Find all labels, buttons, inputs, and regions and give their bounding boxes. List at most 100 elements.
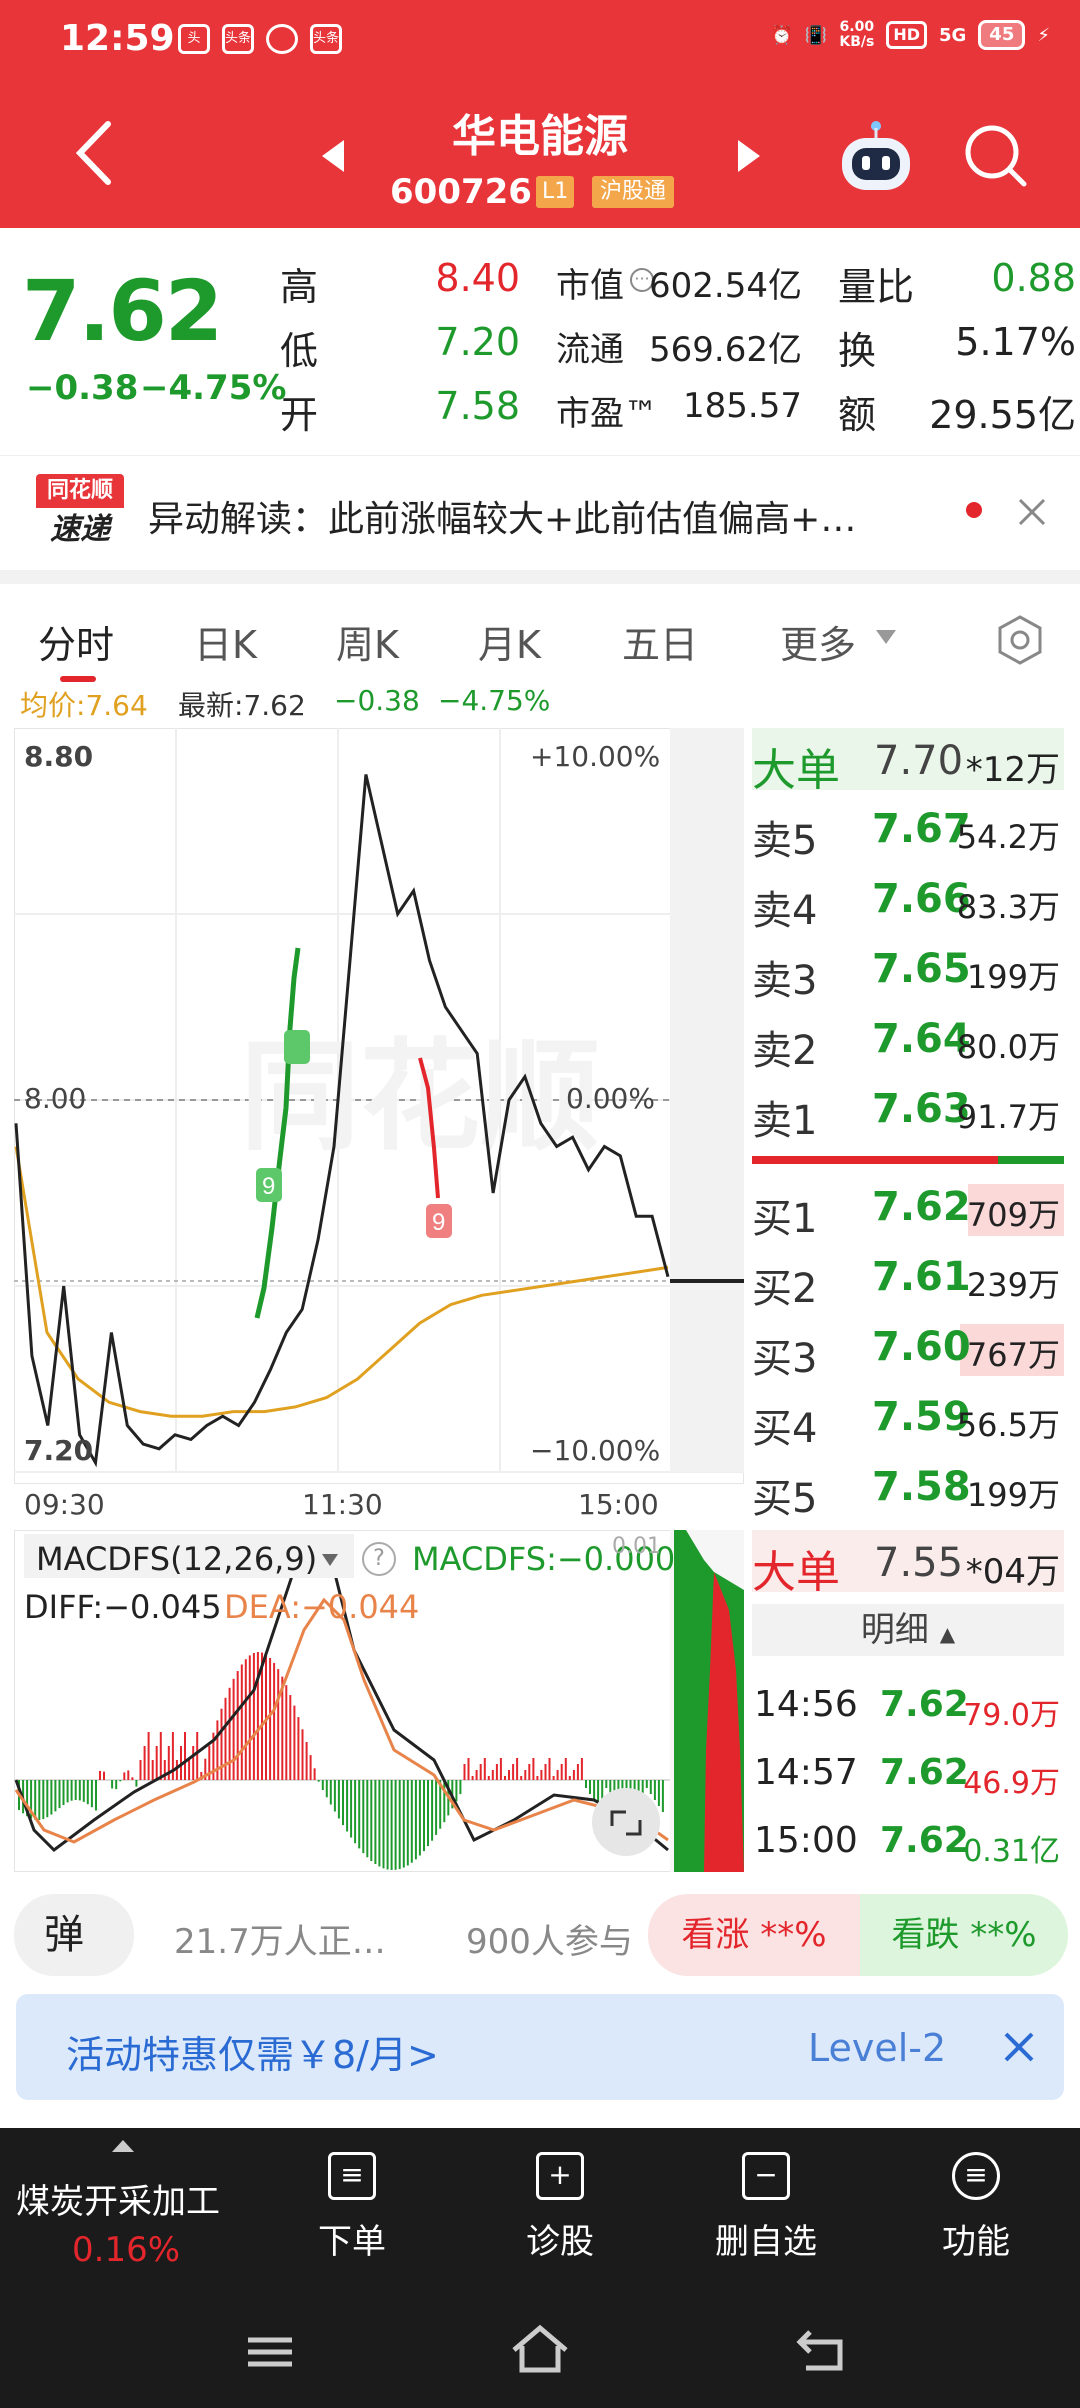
stock-code: 600726 [390, 172, 532, 212]
macd-title[interactable]: MACDFS(12,26,9) [36, 1540, 317, 1578]
promo-level: Level-2 [808, 2026, 947, 2070]
bid-row[interactable]: 买2 7.61 239万 [752, 1246, 1064, 1312]
macd-bar [431, 1780, 434, 1841]
macd-bar [552, 1776, 555, 1780]
close-icon[interactable] [1016, 496, 1048, 528]
battery-icon: 45 [978, 20, 1026, 50]
tab-daily-k[interactable]: 日K [194, 614, 257, 669]
expand-up-icon[interactable] [110, 2138, 136, 2154]
macd-bar [325, 1780, 328, 1798]
macd-bar [50, 1780, 53, 1815]
remove-icon: − [742, 2152, 790, 2200]
latest-value: 7.62 [243, 689, 306, 722]
back-nav-icon[interactable] [796, 2326, 852, 2374]
news-logo-top: 同花顺 [36, 474, 124, 508]
bid-row[interactable]: 买5 7.58 199万 [752, 1456, 1064, 1522]
macd-bar [256, 1652, 259, 1780]
volume-ratio-label: 量比 [838, 265, 915, 309]
tab-intraday[interactable]: 分时 [38, 614, 114, 669]
vote-down-button[interactable]: 看跌 **% [860, 1894, 1068, 1976]
macd-bar [410, 1780, 413, 1863]
tab-more[interactable]: 更多 [780, 614, 856, 669]
turnover-label: 换 [838, 329, 877, 373]
search-icon[interactable] [962, 122, 1028, 188]
macd-bar [228, 1687, 231, 1780]
nav-functions[interactable]: ≡ 功能 [896, 2152, 1056, 2263]
tab-five-day[interactable]: 五日 [622, 614, 698, 669]
macd-bar [520, 1776, 523, 1780]
macd-bar [111, 1780, 114, 1789]
avg-label: 均价: [20, 689, 86, 722]
y-axis-bottom-price: 7.20 [24, 1434, 94, 1467]
macd-bar [147, 1732, 150, 1780]
robot-assistant-icon[interactable] [836, 118, 916, 198]
macd-bar [495, 1764, 498, 1780]
macd-bar [309, 1755, 312, 1780]
macd-bar [649, 1780, 652, 1794]
macd-bar [305, 1742, 308, 1780]
detail-toggle[interactable]: 明细 ▲ [752, 1604, 1064, 1656]
macd-bar [593, 1780, 596, 1800]
functions-icon: ≡ [952, 2152, 1000, 2200]
macd-bar [398, 1780, 401, 1869]
promo-text[interactable]: 活动特惠仅需￥8/月> [66, 2024, 439, 2079]
bid-label: 买2 [752, 1266, 818, 1312]
ask-row[interactable]: 卖4 7.66 83.3万 [752, 868, 1064, 934]
ask-price: 7.65 [872, 946, 971, 992]
ask-row[interactable]: 卖2 7.64 80.0万 [752, 1008, 1064, 1074]
tab-monthly-k[interactable]: 月K [478, 614, 541, 669]
promo-close-icon[interactable] [1002, 2030, 1036, 2064]
high-value: 8.40 [435, 256, 520, 300]
macd-bar [297, 1717, 300, 1780]
home-icon[interactable] [510, 2324, 570, 2376]
bid-row[interactable]: 买1 7.62 709万 [752, 1176, 1064, 1242]
macd-bar [423, 1780, 425, 1852]
macd-bar [386, 1780, 389, 1870]
ask-row[interactable]: 卖1 7.63 91.7万 [752, 1078, 1064, 1144]
nav-remove-watchlist[interactable]: − 删自选 [686, 2152, 846, 2263]
alarm-icon: ⏰ [770, 24, 793, 46]
ask-row[interactable]: 卖3 7.65 199万 [752, 938, 1064, 1004]
bid-label: 买4 [752, 1406, 818, 1452]
tab-weekly-k[interactable]: 周K [336, 614, 399, 669]
diff-value: DIFF:−0.045 [24, 1588, 222, 1626]
news-bar[interactable]: 同花顺 速递 异动解读：此前涨幅较大+此前估值偏高+… [0, 455, 1080, 570]
macd-bar [382, 1780, 385, 1869]
news-logo-bottom: 速递 [50, 512, 110, 547]
fullscreen-button[interactable] [592, 1788, 660, 1856]
macd-chart[interactable] [14, 1530, 744, 1872]
macd-bar [406, 1780, 409, 1866]
bid-row[interactable]: 买3 7.60 767万 [752, 1316, 1064, 1382]
macd-bar [564, 1758, 567, 1780]
macd-bar [661, 1780, 664, 1812]
menu-icon[interactable] [244, 2332, 296, 2372]
ask-label: 卖2 [752, 1028, 818, 1074]
barrage-toggle[interactable]: 弹 [14, 1894, 134, 1976]
macd-bar [159, 1732, 162, 1780]
next-stock-icon[interactable] [734, 136, 764, 176]
macd-bar [350, 1780, 353, 1838]
macd-bar [487, 1776, 490, 1780]
macd-dropdown-icon[interactable] [320, 1552, 340, 1568]
macd-bar [589, 1780, 591, 1794]
macd-bar [54, 1780, 57, 1812]
ask-row[interactable]: 卖5 7.67 54.2万 [752, 798, 1064, 864]
settings-icon[interactable] [994, 614, 1046, 666]
macd-bar [560, 1764, 563, 1780]
amount-label: 额 [838, 393, 877, 437]
macd-bar [342, 1780, 344, 1826]
nav-order[interactable]: ≡ 下单 [272, 2152, 432, 2263]
news-text[interactable]: 异动解读：此前涨幅较大+此前估值偏高+… [148, 490, 856, 542]
macd-bar [532, 1758, 535, 1780]
nav-diagnose[interactable]: + 诊股 [480, 2152, 640, 2263]
x-axis-end: 15:00 [578, 1488, 659, 1521]
sector-name[interactable]: 煤炭开采加工 [16, 2174, 220, 2223]
nav-label: 功能 [942, 2222, 1010, 2262]
macd-bar [479, 1764, 482, 1780]
ask-volume: 199万 [966, 958, 1060, 996]
vote-up-button[interactable]: 看涨 **% [648, 1894, 860, 1976]
macd-bar [605, 1780, 608, 1788]
promo-banner[interactable]: 活动特惠仅需￥8/月> Level-2 [16, 1994, 1064, 2100]
help-icon[interactable]: ? [362, 1542, 396, 1576]
bid-row[interactable]: 买4 7.59 56.5万 [752, 1386, 1064, 1452]
